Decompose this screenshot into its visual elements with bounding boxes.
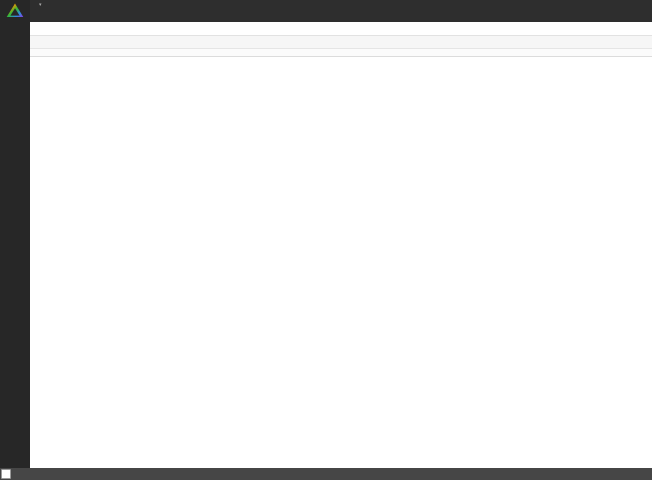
pagination-bar [30, 10, 652, 22]
crm-window: ▾ [0, 0, 652, 480]
app-logo-icon[interactable] [6, 3, 24, 23]
results-range-bar: ▾ [30, 0, 652, 10]
status-bar [0, 468, 652, 480]
sip-status[interactable] [1, 469, 11, 479]
orders-table [30, 57, 652, 473]
status-tabs [30, 22, 652, 36]
range-dropdown-icon[interactable]: ▾ [39, 2, 42, 8]
filter-row [30, 49, 652, 57]
sidebar [0, 0, 30, 468]
table-header [30, 36, 652, 49]
